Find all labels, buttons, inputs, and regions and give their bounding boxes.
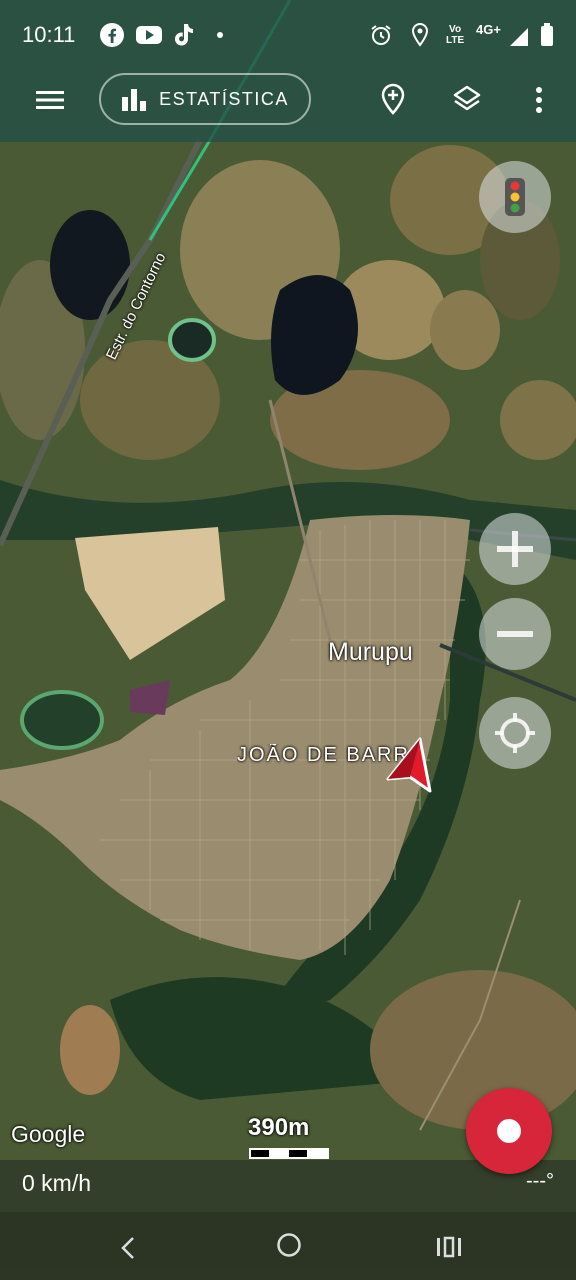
facebook-icon — [100, 22, 124, 48]
volte-line2: LTE — [446, 35, 465, 46]
statistics-button[interactable]: ESTATÍSTICA — [99, 73, 311, 125]
home-icon — [277, 1233, 301, 1257]
battery-icon — [540, 22, 554, 48]
heading-readout: ---° — [526, 1170, 554, 1192]
layers-icon — [453, 85, 481, 111]
place-label-murupu: Murupu — [328, 638, 413, 666]
system-nav-bar — [0, 1212, 576, 1280]
signal-icon — [508, 24, 530, 50]
alarm-icon — [370, 22, 392, 48]
add-location-icon — [381, 83, 405, 115]
speed-readout: 0 km/h — [22, 1170, 92, 1196]
volte-icon: Vo LTE — [446, 24, 464, 46]
location-arrow-icon — [384, 735, 434, 800]
youtube-icon — [136, 22, 162, 48]
scale-bar: 390m — [248, 1114, 330, 1164]
minus-icon — [497, 631, 533, 637]
top-bar: 10:11 Vo LTE 4G+ ESTATÍSTICA — [0, 0, 576, 142]
scale-label: 390m — [248, 1114, 310, 1141]
tiktok-icon — [173, 22, 195, 48]
traffic-button[interactable] — [479, 161, 551, 233]
zoom-in-button[interactable] — [479, 513, 551, 585]
add-place-button[interactable] — [372, 78, 414, 120]
recents-button[interactable] — [428, 1226, 470, 1268]
plus-icon — [497, 531, 533, 567]
hamburger-icon — [36, 91, 64, 109]
status-bar: 10:11 Vo LTE 4G+ — [0, 0, 576, 70]
crosshair-icon — [495, 713, 535, 753]
zoom-out-button[interactable] — [479, 598, 551, 670]
scale-ruler — [249, 1148, 329, 1159]
bar-chart-icon — [122, 89, 147, 111]
record-button[interactable] — [466, 1088, 552, 1174]
status-time: 10:11 — [22, 22, 76, 47]
network-icon: 4G+ — [476, 22, 501, 37]
google-attribution: Google — [11, 1121, 86, 1147]
more-options-button[interactable] — [524, 80, 554, 120]
back-button[interactable] — [108, 1228, 148, 1268]
traffic-light-icon — [505, 178, 525, 216]
home-button[interactable] — [268, 1224, 310, 1266]
more-vert-icon — [536, 87, 542, 113]
statistics-label: ESTATÍSTICA — [159, 88, 289, 109]
recents-icon — [437, 1236, 461, 1258]
volte-line1: Vo — [449, 24, 462, 35]
my-location-button[interactable] — [479, 697, 551, 769]
layers-button[interactable] — [446, 78, 488, 120]
menu-button[interactable] — [30, 80, 70, 120]
dot-icon — [216, 22, 224, 48]
back-icon — [121, 1237, 134, 1259]
location-icon — [411, 22, 429, 48]
record-icon — [497, 1119, 521, 1143]
